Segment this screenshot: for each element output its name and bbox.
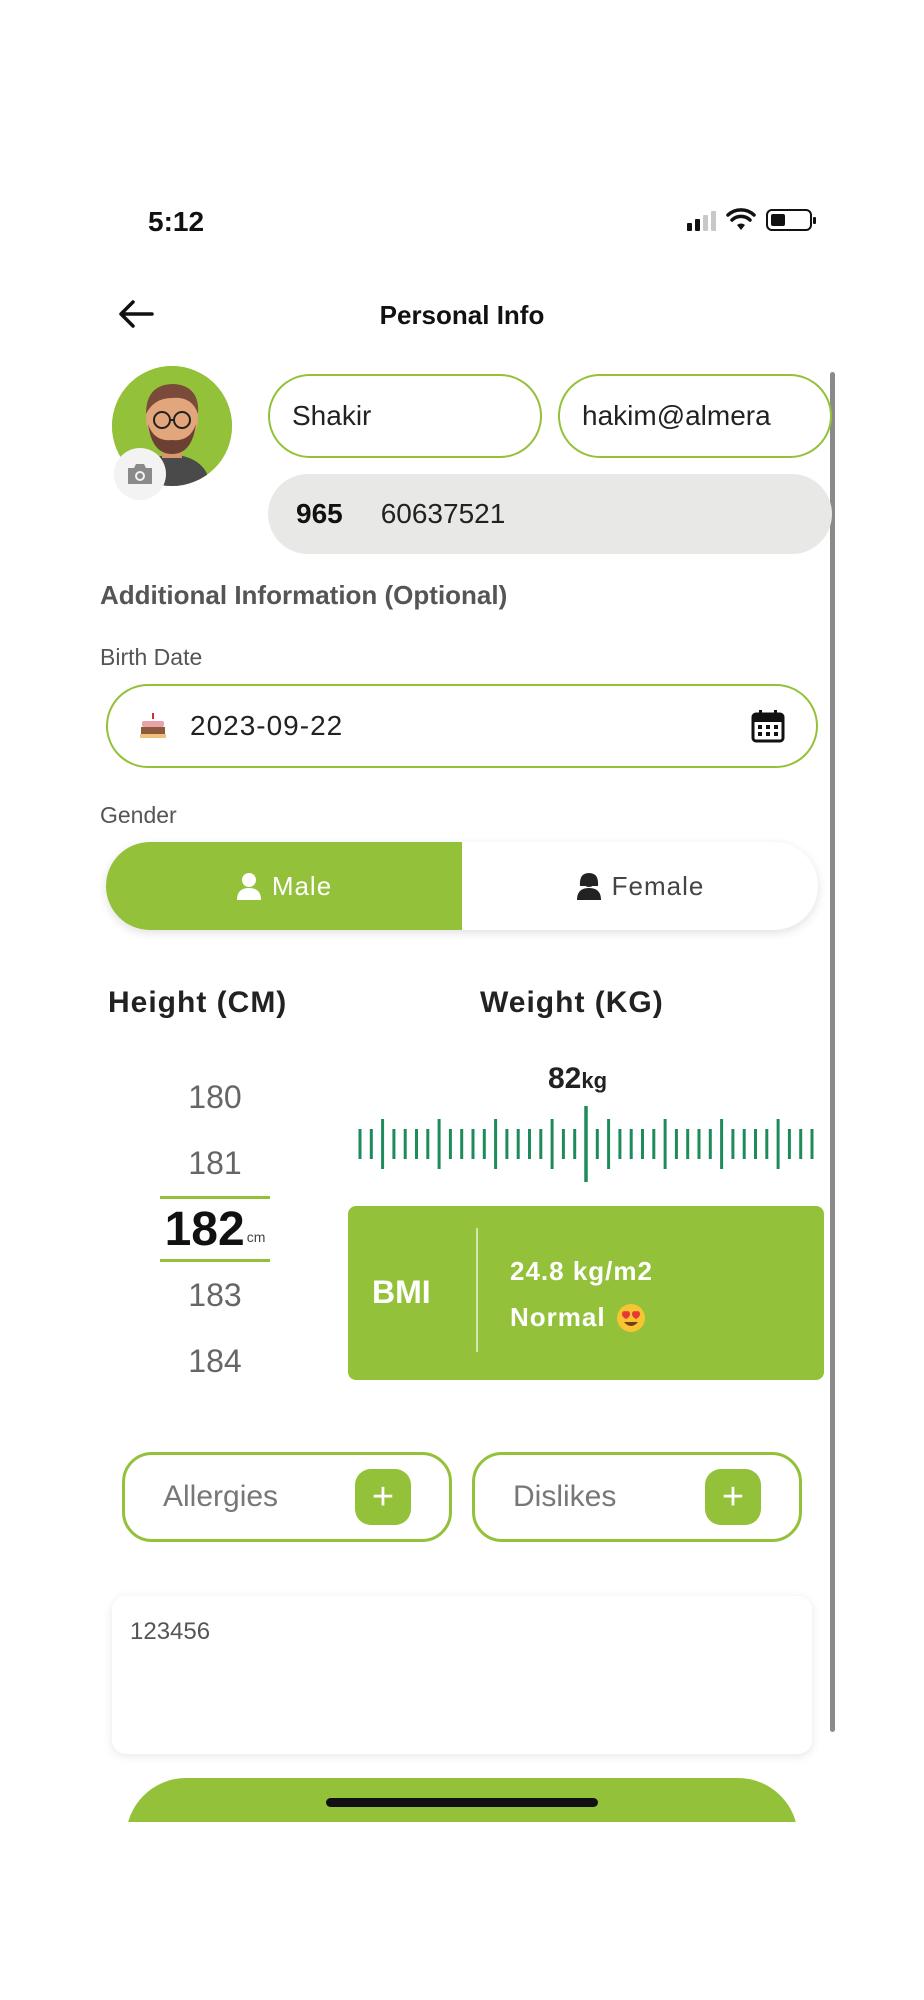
birth-date-label: Birth Date — [100, 644, 203, 670]
scrollbar[interactable] — [830, 372, 835, 1732]
height-option[interactable]: 181 — [150, 1130, 280, 1196]
change-photo-button[interactable] — [114, 448, 166, 500]
gender-female-label: Female — [611, 870, 705, 901]
phone-country-code[interactable]: 965 — [296, 498, 343, 530]
weight-ruler[interactable] — [356, 1104, 816, 1184]
bmi-status-label: Normal — [510, 1302, 606, 1332]
gender-male-option[interactable]: Male — [106, 842, 462, 930]
birth-date-field[interactable]: 2023-09-22 — [106, 684, 818, 768]
name-field[interactable]: Shakir — [268, 374, 542, 458]
camera-icon — [128, 464, 152, 484]
status-icons — [687, 208, 816, 232]
bmi-status: Normal — [510, 1302, 646, 1333]
name-value: Shakir — [292, 400, 372, 431]
gender-label: Gender — [100, 802, 177, 828]
gender-male-label: Male — [271, 870, 333, 901]
height-option[interactable]: 183 — [150, 1262, 280, 1328]
gender-female-option[interactable]: Female — [462, 842, 818, 930]
dislikes-label: Dislikes — [513, 1480, 617, 1513]
birth-date-value: 2023-09-22 — [190, 710, 344, 741]
height-picker[interactable]: 180 181 182 cm 183 184 — [150, 1064, 280, 1394]
battery-icon — [766, 209, 816, 231]
email-field[interactable]: hakim@almera — [558, 374, 832, 458]
additional-info-title: Additional Information (Optional) — [100, 580, 508, 610]
page-title: Personal Info — [379, 300, 545, 330]
height-selected[interactable]: 182 cm — [160, 1196, 270, 1262]
male-user-icon — [236, 873, 261, 900]
bmi-value: 24.8 kg/m2 — [510, 1256, 653, 1286]
phone-field[interactable]: 965 60637521 — [268, 474, 832, 554]
allergies-button[interactable]: Allergies + — [122, 1452, 452, 1542]
female-user-icon — [576, 873, 601, 900]
weight-value-display: 82kg — [548, 1062, 607, 1096]
phone-number: 60637521 — [380, 498, 506, 529]
status-bar: 5:12 — [0, 200, 924, 250]
height-option[interactable]: 184 — [150, 1328, 280, 1394]
allergies-label: Allergies — [163, 1480, 279, 1513]
screen-bottom-area — [0, 1822, 924, 2000]
height-unit: cm — [246, 1229, 266, 1245]
signal-icon — [687, 209, 716, 231]
plus-icon: + — [371, 1476, 395, 1518]
add-dislike-button[interactable]: + — [705, 1469, 761, 1525]
weight-unit: kg — [581, 1068, 608, 1093]
height-selected-value: 182 — [164, 1202, 245, 1256]
status-time: 5:12 — [148, 206, 205, 237]
height-title: Height (CM) — [108, 986, 288, 1019]
cake-icon — [140, 713, 166, 738]
dislikes-button[interactable]: Dislikes + — [472, 1452, 802, 1542]
header: Personal Info — [0, 290, 924, 340]
bmi-card: BMI 24.8 kg/m2 Normal — [348, 1206, 824, 1380]
notes-value: 123456 — [130, 1618, 211, 1645]
plus-icon: + — [721, 1476, 745, 1518]
wifi-icon — [726, 208, 756, 230]
weight-title: Weight (KG) — [480, 986, 664, 1019]
bmi-divider — [476, 1228, 478, 1352]
email-value: hakim@almera — [582, 400, 771, 431]
add-allergy-button[interactable]: + — [355, 1469, 411, 1525]
home-indicator[interactable] — [326, 1798, 598, 1807]
gender-toggle: Male Female — [106, 842, 818, 930]
notes-textarea[interactable]: 123456 — [112, 1596, 812, 1754]
weight-value: 82 — [548, 1062, 582, 1095]
calendar-icon[interactable] — [750, 708, 786, 744]
heart-eyes-emoji-icon — [616, 1303, 645, 1332]
height-option[interactable]: 180 — [150, 1064, 280, 1130]
bmi-label: BMI — [372, 1274, 431, 1310]
